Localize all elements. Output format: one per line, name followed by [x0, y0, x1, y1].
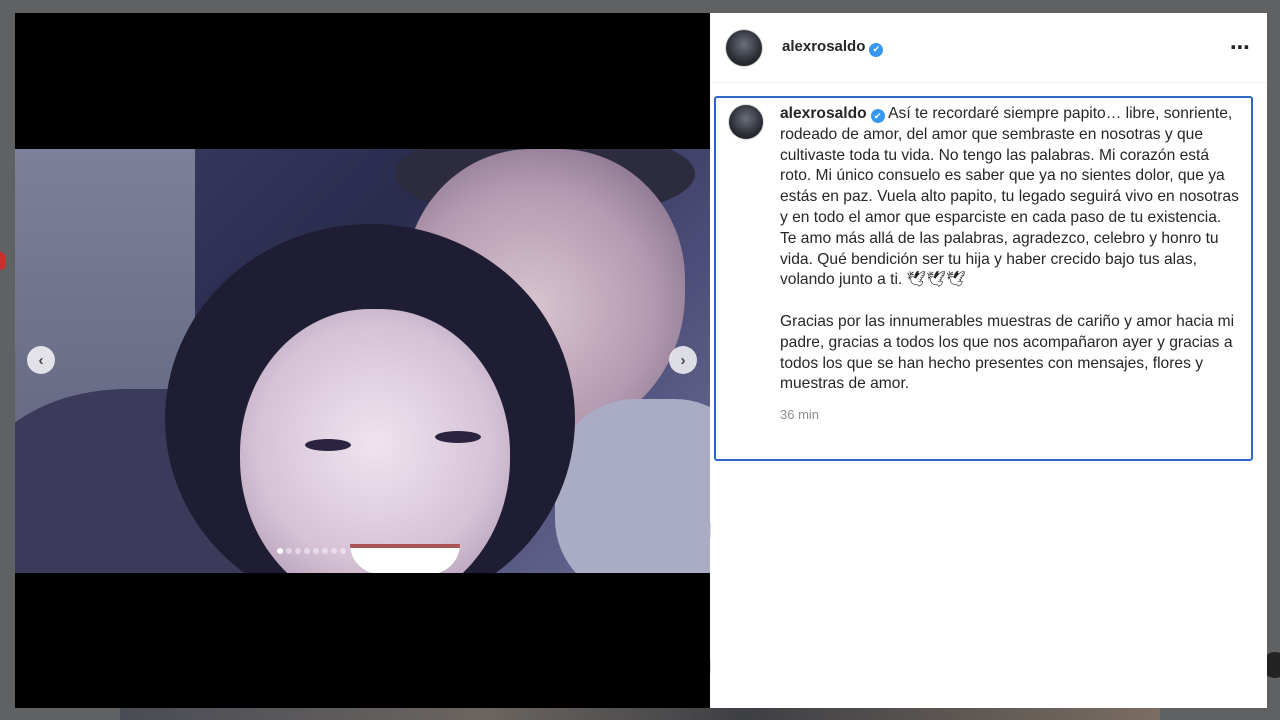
carousel-dot — [277, 548, 283, 554]
divider — [710, 659, 711, 673]
post-header: alexrosaldo ✔ ⋯ — [710, 13, 1267, 83]
post-info-panel: alexrosaldo ✔ ⋯ alexrosaldo ✔ Así te recor… — [710, 13, 1267, 708]
caption: alexrosaldo ✔ Así te recordaré siempre pa… — [714, 96, 1253, 461]
caption-username[interactable]: alexrosaldo ✔ — [780, 105, 885, 124]
carousel-dot — [331, 548, 337, 554]
carousel-next-button[interactable]: › — [669, 346, 697, 374]
post-media: ‹ › — [15, 13, 710, 708]
post-photo — [15, 149, 710, 573]
carousel-dot — [295, 548, 301, 554]
carousel-dot — [286, 548, 292, 554]
carousel-dot — [322, 548, 328, 554]
post-timestamp[interactable]: 36 min — [780, 407, 1239, 422]
carousel-dot — [340, 548, 346, 554]
verified-badge-icon: ✔ — [869, 42, 884, 57]
caption-avatar[interactable] — [728, 104, 764, 140]
carousel-indicator — [277, 548, 346, 554]
verified-badge-icon: ✔ — [870, 109, 885, 124]
caption-text: alexrosaldo ✔ Así te recordaré siempre pa… — [780, 104, 1239, 395]
chevron-right-icon: › — [680, 351, 686, 369]
chevron-left-icon: ‹ — [38, 351, 44, 369]
post-modal: ‹ › alexrosaldo ✔ ⋯ alexrosaldo ✔ Así te r… — [15, 13, 1267, 708]
carousel-dot — [313, 548, 319, 554]
divider — [710, 523, 711, 537]
caption-paragraph-1: Así te recordaré siempre papito… libre, … — [780, 105, 1244, 289]
header-username[interactable]: alexrosaldo ✔ — [782, 38, 884, 57]
comments-section: alexrosaldo ✔ Así te recordaré siempre pa… — [710, 83, 1267, 708]
caption-paragraph-2: Gracias por las innumerables muestras de… — [780, 312, 1239, 393]
more-options-button[interactable]: ⋯ — [1230, 35, 1251, 60]
carousel-prev-button[interactable]: ‹ — [27, 346, 55, 374]
background-feed — [120, 706, 1160, 720]
carousel-dot — [304, 548, 310, 554]
background-notification-dot — [0, 252, 6, 270]
avatar[interactable] — [725, 28, 763, 67]
